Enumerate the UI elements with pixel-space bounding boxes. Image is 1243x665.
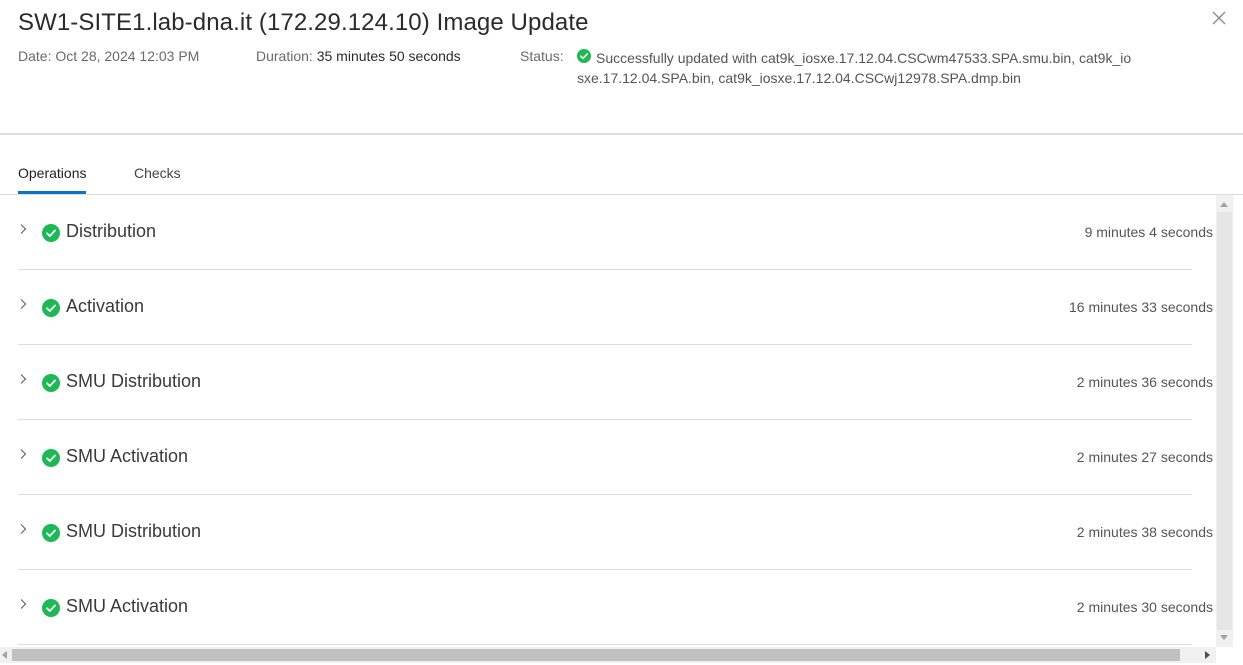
vertical-scroll-thumb[interactable] xyxy=(1217,212,1232,630)
duration-value: 35 minutes 50 seconds xyxy=(316,48,461,64)
operation-name: Activation xyxy=(66,296,145,316)
duration-meta: Duration: 35 minutes 50 seconds xyxy=(256,48,461,64)
vertical-scrollbar[interactable] xyxy=(1216,195,1233,647)
success-check-icon xyxy=(42,224,60,242)
operation-row[interactable]: SMU Activation 2 minutes 30 seconds xyxy=(18,570,1213,645)
chevron-right-icon[interactable] xyxy=(18,372,28,384)
tab-checks[interactable]: Checks xyxy=(134,165,181,191)
operation-duration: 2 minutes 27 seconds xyxy=(1076,449,1213,465)
scroll-left-arrow-icon[interactable] xyxy=(2,651,7,659)
operation-row[interactable]: Activation 16 minutes 33 seconds xyxy=(18,270,1213,345)
success-check-icon xyxy=(42,299,60,317)
horizontal-scrollbar[interactable] xyxy=(0,647,1216,663)
scroll-right-arrow-icon[interactable] xyxy=(1205,651,1210,659)
operation-duration: 16 minutes 33 seconds xyxy=(1069,299,1213,315)
close-icon[interactable] xyxy=(1211,10,1227,26)
operation-row[interactable]: Distribution 9 minutes 4 seconds xyxy=(18,195,1213,270)
operation-duration: 9 minutes 4 seconds xyxy=(1084,224,1213,240)
scroll-down-arrow-icon[interactable] xyxy=(1220,635,1228,640)
operation-duration: 2 minutes 30 seconds xyxy=(1076,599,1213,615)
duration-label: Duration: xyxy=(256,48,313,64)
date-value: Oct 28, 2024 12:03 PM xyxy=(55,48,200,64)
success-check-icon xyxy=(42,449,60,467)
chevron-right-icon[interactable] xyxy=(18,222,28,234)
success-check-icon xyxy=(42,599,60,617)
operation-row[interactable]: SMU Distribution 2 minutes 36 seconds xyxy=(18,345,1213,420)
chevron-right-icon[interactable] xyxy=(18,297,28,309)
chevron-right-icon[interactable] xyxy=(18,522,28,534)
dialog-title: SW1-SITE1.lab-dna.it (172.29.124.10) Ima… xyxy=(18,9,589,36)
operation-duration: 2 minutes 38 seconds xyxy=(1076,524,1213,540)
chevron-right-icon[interactable] xyxy=(18,447,28,459)
operations-list: Distribution 9 minutes 4 seconds Activat… xyxy=(0,195,1216,647)
date-meta: Date: Oct 28, 2024 12:03 PM xyxy=(18,48,199,64)
image-update-dialog: SW1-SITE1.lab-dna.it (172.29.124.10) Ima… xyxy=(0,0,1243,665)
scroll-up-arrow-icon[interactable] xyxy=(1220,202,1228,207)
success-check-icon xyxy=(42,524,60,542)
operation-row[interactable]: SMU Distribution 2 minutes 38 seconds xyxy=(18,495,1213,570)
dialog-header: SW1-SITE1.lab-dna.it (172.29.124.10) Ima… xyxy=(0,0,1243,135)
operation-name: SMU Distribution xyxy=(66,371,202,391)
status-value: Successfully updated with cat9k_iosxe.17… xyxy=(577,50,1132,86)
operation-name: SMU Activation xyxy=(66,446,189,466)
success-check-icon xyxy=(42,374,60,392)
tab-operations[interactable]: Operations xyxy=(18,165,87,194)
chevron-right-icon[interactable] xyxy=(18,597,28,609)
operation-name: SMU Activation xyxy=(66,596,189,616)
status-label: Status: xyxy=(520,48,564,64)
horizontal-scroll-thumb[interactable] xyxy=(12,649,1180,661)
date-label: Date: xyxy=(18,48,52,64)
operation-name: Distribution xyxy=(66,221,157,241)
operation-duration: 2 minutes 36 seconds xyxy=(1076,374,1213,390)
operation-row[interactable]: SMU Activation 2 minutes 27 seconds xyxy=(18,420,1213,495)
tab-bar: Operations Checks xyxy=(0,137,1243,195)
operation-name: SMU Distribution xyxy=(66,521,202,541)
